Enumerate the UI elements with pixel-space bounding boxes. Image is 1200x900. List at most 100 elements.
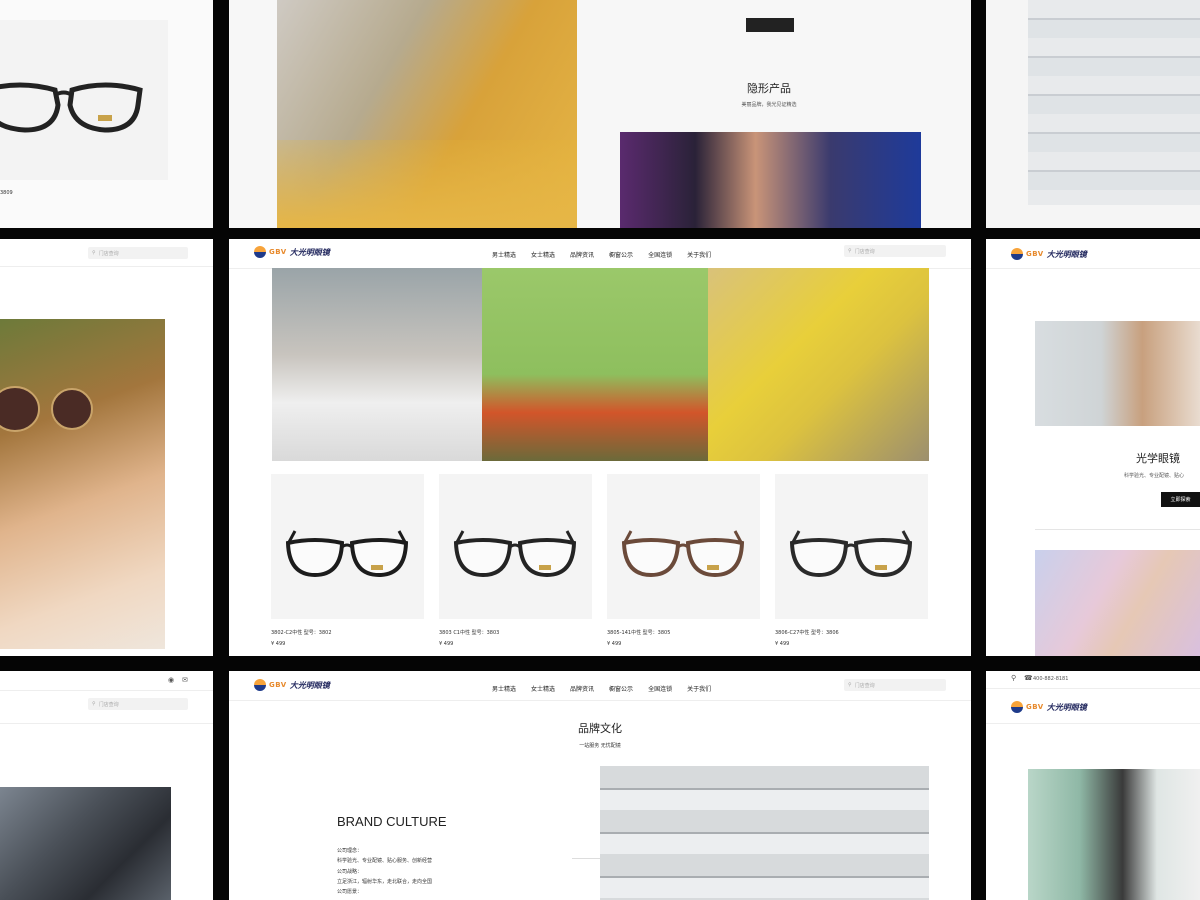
- phone-icon: ☎: [1024, 674, 1033, 682]
- menu-item-stores[interactable]: 全国连锁: [648, 684, 672, 693]
- search-icon[interactable]: ⚲: [1011, 674, 1016, 682]
- menu-item-news[interactable]: 品牌资讯: [570, 684, 594, 693]
- panel-bottom-left: ◉ ✉ ⚲ 门店查询: [0, 671, 213, 900]
- main-menu: 男士精选 女士精选 品牌资讯 橱窗公示 全国连锁 关于我们: [492, 684, 711, 693]
- nav-bar: ◉ ✉: [0, 671, 213, 691]
- bridge: [845, 543, 857, 549]
- brand-logo[interactable]: GBV 大光明眼镜: [1011, 701, 1087, 713]
- section-subtitle: 科学验光、专业配镜、贴心: [1124, 473, 1185, 479]
- search-placeholder: 门店查询: [854, 682, 875, 689]
- price-tag: [539, 565, 551, 570]
- search-icon: ⚲: [848, 682, 852, 688]
- store-search[interactable]: ⚲ 门店查询: [844, 679, 946, 691]
- glasses-icon: [453, 530, 577, 578]
- product-caption: 3803 C1中性 型号：3803: [439, 630, 500, 636]
- logo-icon: [1011, 701, 1023, 713]
- glasses-icon: [621, 530, 745, 578]
- store-search[interactable]: ⚲ 门店查询: [88, 698, 188, 710]
- model-photo-optical: [1035, 321, 1200, 426]
- mockup-board: 3809 隐形产品 美丽品牌，我光见证精选 ⚲ 门店查询 GBV 大光明眼镜 男…: [0, 0, 1200, 900]
- price-tag: [875, 565, 887, 570]
- brand-culture-en-title: BRAND CULTURE: [337, 814, 447, 829]
- store-shelf-photo: [1028, 0, 1200, 205]
- logo-cn: 大光明眼镜: [1046, 701, 1087, 712]
- divider: [572, 858, 600, 859]
- nav-bar: ⚲ 门店查询: [0, 239, 213, 267]
- lens-rim: [285, 538, 345, 578]
- product-price: ¥ 499: [439, 641, 454, 647]
- bridge: [341, 543, 353, 549]
- logo-cn: 大光明眼镜: [1046, 248, 1087, 259]
- brand-logo[interactable]: GBV 大光明眼镜: [254, 679, 330, 691]
- glasses-icon: [789, 530, 913, 578]
- top-bar: ⚲ ☎ 400-882-8181: [986, 671, 1200, 689]
- menu-item-men[interactable]: 男士精选: [492, 684, 516, 693]
- logo-cn: 大光明眼镜: [289, 679, 330, 690]
- headphone-model-photo: [620, 132, 921, 228]
- search-placeholder: 门店查询: [98, 250, 119, 257]
- section-title: 光学眼镜: [1136, 452, 1180, 465]
- nav-bar: GBV 大光明眼镜: [986, 239, 1200, 269]
- section-subtitle: 美丽品牌，我光见证精选: [741, 102, 797, 108]
- panel-main: GBV 大光明眼镜 男士精选 女士精选 品牌资讯 橱窗公示 全国连锁 关于我们 …: [229, 239, 971, 656]
- product-glasses-row: [285, 530, 913, 578]
- main-nav-bar: GBV 大光明眼镜 男士精选 女士精选 品牌资讯 橱窗公示 全国连锁 关于我们 …: [229, 671, 971, 701]
- page-subtitle: 一站服务 无忧配镜: [579, 743, 621, 749]
- menu-item-women[interactable]: 女士精选: [531, 684, 555, 693]
- culture-line: 公司理念：: [337, 848, 363, 854]
- section-title: 隐形产品: [747, 82, 791, 95]
- sunglasses-icon: [0, 386, 93, 432]
- culture-line: 公司战略：: [337, 869, 363, 875]
- panel-brand-culture: GBV 大光明眼镜 男士精选 女士精选 品牌资讯 橱窗公示 全国连锁 关于我们 …: [229, 671, 971, 900]
- divider: [1035, 529, 1200, 530]
- product-price: ¥ 499: [607, 641, 622, 647]
- search-icon: ⚲: [92, 701, 96, 707]
- location-icon[interactable]: ◉: [168, 676, 174, 684]
- price-tag: [707, 565, 719, 570]
- mail-icon[interactable]: ✉: [182, 676, 188, 684]
- hero-photo-car: [277, 140, 577, 228]
- price-tag: [371, 565, 383, 570]
- culture-line: 公司愿景：: [337, 889, 363, 895]
- menu-item-window[interactable]: 橱窗公示: [609, 684, 633, 693]
- divider: [986, 723, 1200, 724]
- bridge: [677, 543, 689, 549]
- search-placeholder: 门店查询: [98, 701, 119, 708]
- lens-rim: [621, 538, 681, 578]
- store-search[interactable]: ⚲ 门店查询: [88, 247, 188, 259]
- panel-mid-left: ⚲ 门店查询: [0, 239, 213, 656]
- culture-line: 科学验光、专业配镜、贴心服务、创新经营: [337, 858, 433, 864]
- panel-mid-right: GBV 大光明眼镜 光学眼镜 科学验光、专业配镜、贴心 立即探索: [986, 239, 1200, 656]
- explore-button[interactable]: 立即探索: [1161, 492, 1200, 507]
- logo-en: GBV: [1026, 250, 1044, 258]
- eye-exam-photo: [1028, 769, 1200, 900]
- panel-bottom-right: ⚲ ☎ 400-882-8181 GBV 大光明眼镜: [986, 671, 1200, 900]
- panel-top-center: 隐形产品 美丽品牌，我光见证精选: [229, 0, 971, 228]
- product-caption: 3809: [0, 190, 13, 196]
- bridge: [509, 543, 521, 549]
- product-caption: 3805-141中性 型号：3805: [607, 630, 671, 636]
- lens-rim: [453, 538, 513, 578]
- panel-top-right: [986, 0, 1200, 228]
- product-caption: 3806-C27中性 型号：3806: [775, 630, 839, 636]
- product-price: ¥ 499: [271, 641, 286, 647]
- brand-logo[interactable]: GBV 大光明眼镜: [1011, 248, 1087, 260]
- lens-rim: [789, 538, 849, 578]
- divider: [0, 723, 213, 724]
- sunglasses-model-photo: [0, 319, 165, 649]
- contact-lens-model-photo: [1035, 550, 1200, 656]
- phone-number: 400-882-8181: [1033, 676, 1069, 682]
- glasses-icon: [285, 530, 409, 578]
- panel-top-left: 3809: [0, 0, 213, 228]
- culture-line: 立足浙江，辐射华东，走北联合，走向全国: [337, 879, 433, 885]
- glasses-icon: [0, 82, 143, 133]
- logo-icon: [254, 679, 266, 691]
- logo-en: GBV: [269, 681, 287, 689]
- menu-item-about[interactable]: 关于我们: [687, 684, 711, 693]
- top-bar-button[interactable]: [746, 18, 794, 32]
- model-photo-leather: [0, 787, 171, 900]
- store-display-photo: [600, 766, 929, 900]
- product-price: ¥ 499: [775, 641, 790, 647]
- logo-icon: [1011, 248, 1023, 260]
- product-caption: 3802-C2中性 型号：3802: [271, 630, 332, 636]
